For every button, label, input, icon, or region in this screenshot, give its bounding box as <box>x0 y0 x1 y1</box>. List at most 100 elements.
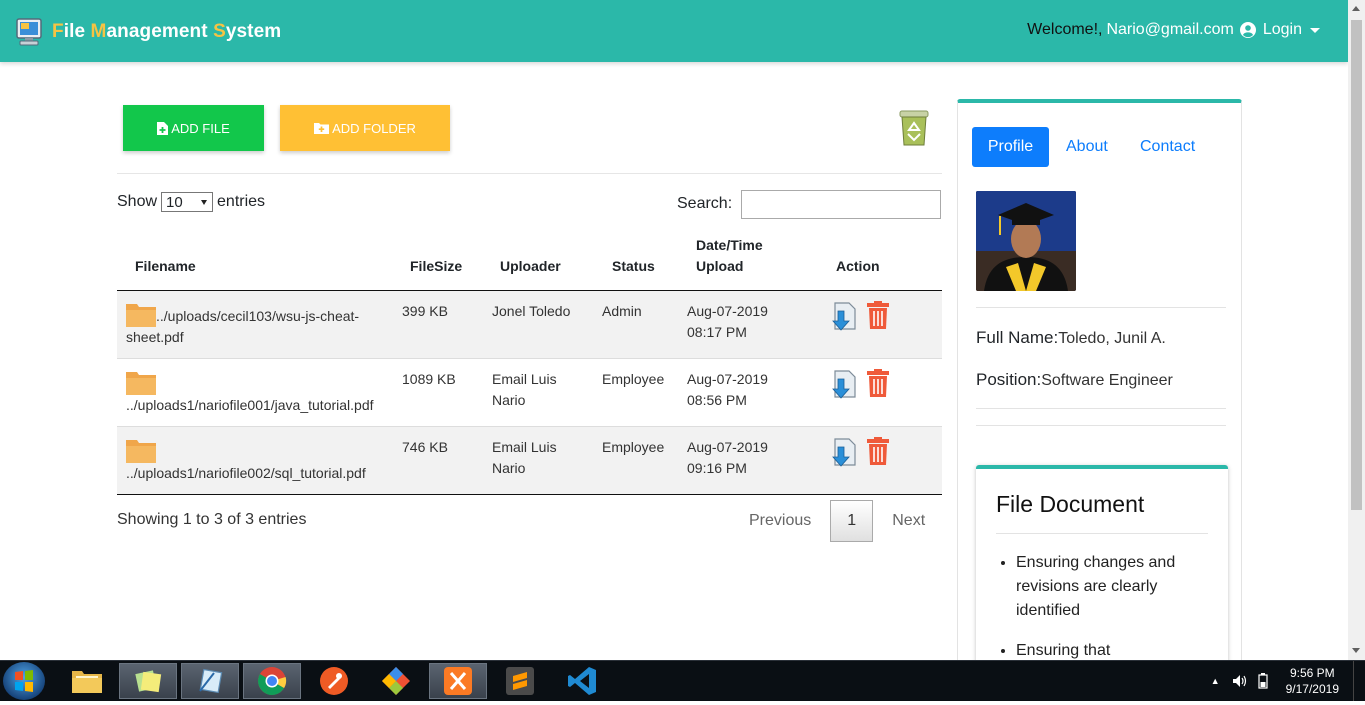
scroll-up-arrow-icon[interactable] <box>1352 6 1360 11</box>
avatar <box>976 191 1076 291</box>
snipping-tool-icon[interactable] <box>181 663 239 699</box>
header-datetime[interactable]: Date/Time Upload <box>696 235 763 277</box>
clock-time: 9:56 PM <box>1289 666 1335 680</box>
search-input[interactable] <box>741 190 941 219</box>
volume-icon[interactable] <box>1232 674 1248 688</box>
battery-icon[interactable] <box>1258 673 1268 689</box>
status-cell: Employee <box>602 439 665 455</box>
top-navbar: File Management System Welcome!, Nario@g… <box>0 0 1348 62</box>
brand[interactable]: File Management System <box>16 16 281 48</box>
show-desktop-button[interactable] <box>1353 661 1365 701</box>
profile-sidebar: Profile About Contact Full Name:Toledo, … <box>957 99 1242 669</box>
download-icon[interactable] <box>829 437 859 467</box>
search-label: Search: <box>677 195 733 212</box>
clock[interactable]: 9:56 PM 9/17/2019 <box>1286 665 1339 697</box>
download-icon[interactable] <box>829 301 859 331</box>
recycle-bin-icon[interactable] <box>894 107 934 147</box>
file-plus-icon <box>157 121 169 135</box>
vscode-icon[interactable] <box>553 663 611 699</box>
status-cell: Admin <box>602 303 642 319</box>
xampp-icon[interactable] <box>429 663 487 699</box>
download-icon[interactable] <box>829 369 859 399</box>
tab-contact[interactable]: Contact <box>1140 138 1195 156</box>
scroll-thumb[interactable] <box>1351 20 1362 510</box>
system-tray: ▲ 9:56 PM 9/17/2019 <box>1211 661 1339 701</box>
folder-icon <box>126 440 156 463</box>
add-file-button[interactable]: ADD FILE <box>123 105 264 151</box>
header-action: Action <box>836 258 880 274</box>
chrome-icon[interactable] <box>243 663 301 699</box>
table-header: Filename FileSize Uploader Status Date/T… <box>117 236 942 291</box>
header-uploader[interactable]: Uploader <box>500 256 561 277</box>
entries-select[interactable]: 10 <box>161 192 214 212</box>
start-button[interactable] <box>3 662 45 700</box>
trash-icon[interactable] <box>867 301 889 329</box>
uploader-cell: Email Luis Nario <box>492 439 557 476</box>
table-row: ../uploads1/nariofile002/sql_tutorial.pd… <box>117 427 942 495</box>
scroll-down-arrow-icon[interactable] <box>1352 648 1360 653</box>
header-filesize[interactable]: FileSize <box>410 256 462 277</box>
uploader-cell: Email Luis Nario <box>492 371 557 408</box>
doc-title: File Document <box>996 491 1145 517</box>
divider <box>996 533 1208 534</box>
divider <box>976 307 1226 308</box>
file-explorer-icon[interactable] <box>58 663 116 699</box>
filename-cell[interactable]: ../uploads1/nariofile001/java_tutorial.p… <box>126 369 396 416</box>
list-item: Ensuring changes and revisions are clear… <box>1016 551 1196 623</box>
divider <box>976 425 1226 426</box>
header-status[interactable]: Status <box>612 256 655 277</box>
filename-cell[interactable]: ../uploads/cecil103/wsu-js-cheat-sheet.p… <box>126 301 396 348</box>
tab-profile[interactable]: Profile <box>972 127 1049 167</box>
datetime-cell: Aug-07-2019 08:17 PM <box>687 303 768 340</box>
tab-about[interactable]: About <box>1066 138 1108 156</box>
show-label: Show <box>117 193 158 210</box>
table-info: Showing 1 to 3 of 3 entries <box>117 511 307 528</box>
chevron-down-icon <box>1310 27 1320 33</box>
folder-plus-icon <box>314 123 330 134</box>
next-page-button[interactable]: Next <box>892 512 925 530</box>
sublime-text-icon[interactable] <box>491 663 549 699</box>
status-cell: Employee <box>602 371 665 387</box>
datetime-cell: Aug-07-2019 08:56 PM <box>687 371 768 408</box>
dropdown-arrow-icon <box>201 199 208 205</box>
postman-icon[interactable] <box>305 663 363 699</box>
user-circle-icon <box>1239 22 1256 38</box>
filesize-cell: 746 KB <box>402 439 448 455</box>
entries-value: 10 <box>166 193 183 211</box>
doc-list: Ensuring changes and revisions are clear… <box>1016 551 1196 668</box>
show-hidden-icons-icon[interactable]: ▲ <box>1211 676 1220 686</box>
app-title: File Management System <box>52 21 282 42</box>
file-document-card: File Document Ensuring changes and revis… <box>976 465 1228 668</box>
trash-icon[interactable] <box>867 369 889 397</box>
add-folder-label: ADD FOLDER <box>332 120 416 136</box>
datetime-cell: Aug-07-2019 09:16 PM <box>687 439 768 476</box>
entries-label: entries <box>217 193 266 210</box>
page-1-button[interactable]: 1 <box>830 500 874 542</box>
login-label: Login <box>1262 21 1302 38</box>
header-filename[interactable]: Filename <box>135 256 196 277</box>
files-table: Filename FileSize Uploader Status Date/T… <box>117 236 942 495</box>
folder-icon <box>126 372 156 395</box>
git-icon[interactable] <box>367 663 425 699</box>
show-entries: Show 10 entries <box>117 192 265 212</box>
filesize-cell: 399 KB <box>402 303 448 319</box>
table-row: ../uploads1/nariofile001/java_tutorial.p… <box>117 359 942 427</box>
welcome-text: Welcome!, <box>1027 21 1103 38</box>
position: Position:Software Engineer <box>976 370 1173 389</box>
add-folder-button[interactable]: ADD FOLDER <box>280 105 450 151</box>
user-email: Nario@gmail.com <box>1106 21 1234 38</box>
vertical-scrollbar[interactable] <box>1348 0 1365 660</box>
trash-icon[interactable] <box>867 437 889 465</box>
divider <box>976 408 1226 409</box>
add-file-label: ADD FILE <box>171 120 230 136</box>
computer-logo-icon <box>16 18 42 46</box>
filename-cell[interactable]: ../uploads1/nariofile002/sql_tutorial.pd… <box>126 437 396 484</box>
previous-page-button[interactable]: Previous <box>749 512 811 530</box>
folder-icon <box>126 304 156 327</box>
login-dropdown[interactable]: Login <box>1239 21 1320 39</box>
uploader-cell: Jonel Toledo <box>492 303 571 319</box>
pagination: Previous 1 Next <box>730 500 925 542</box>
full-name: Full Name:Toledo, Junil A. <box>976 328 1166 347</box>
clock-date: 9/17/2019 <box>1285 682 1339 696</box>
sticky-notes-icon[interactable] <box>119 663 177 699</box>
